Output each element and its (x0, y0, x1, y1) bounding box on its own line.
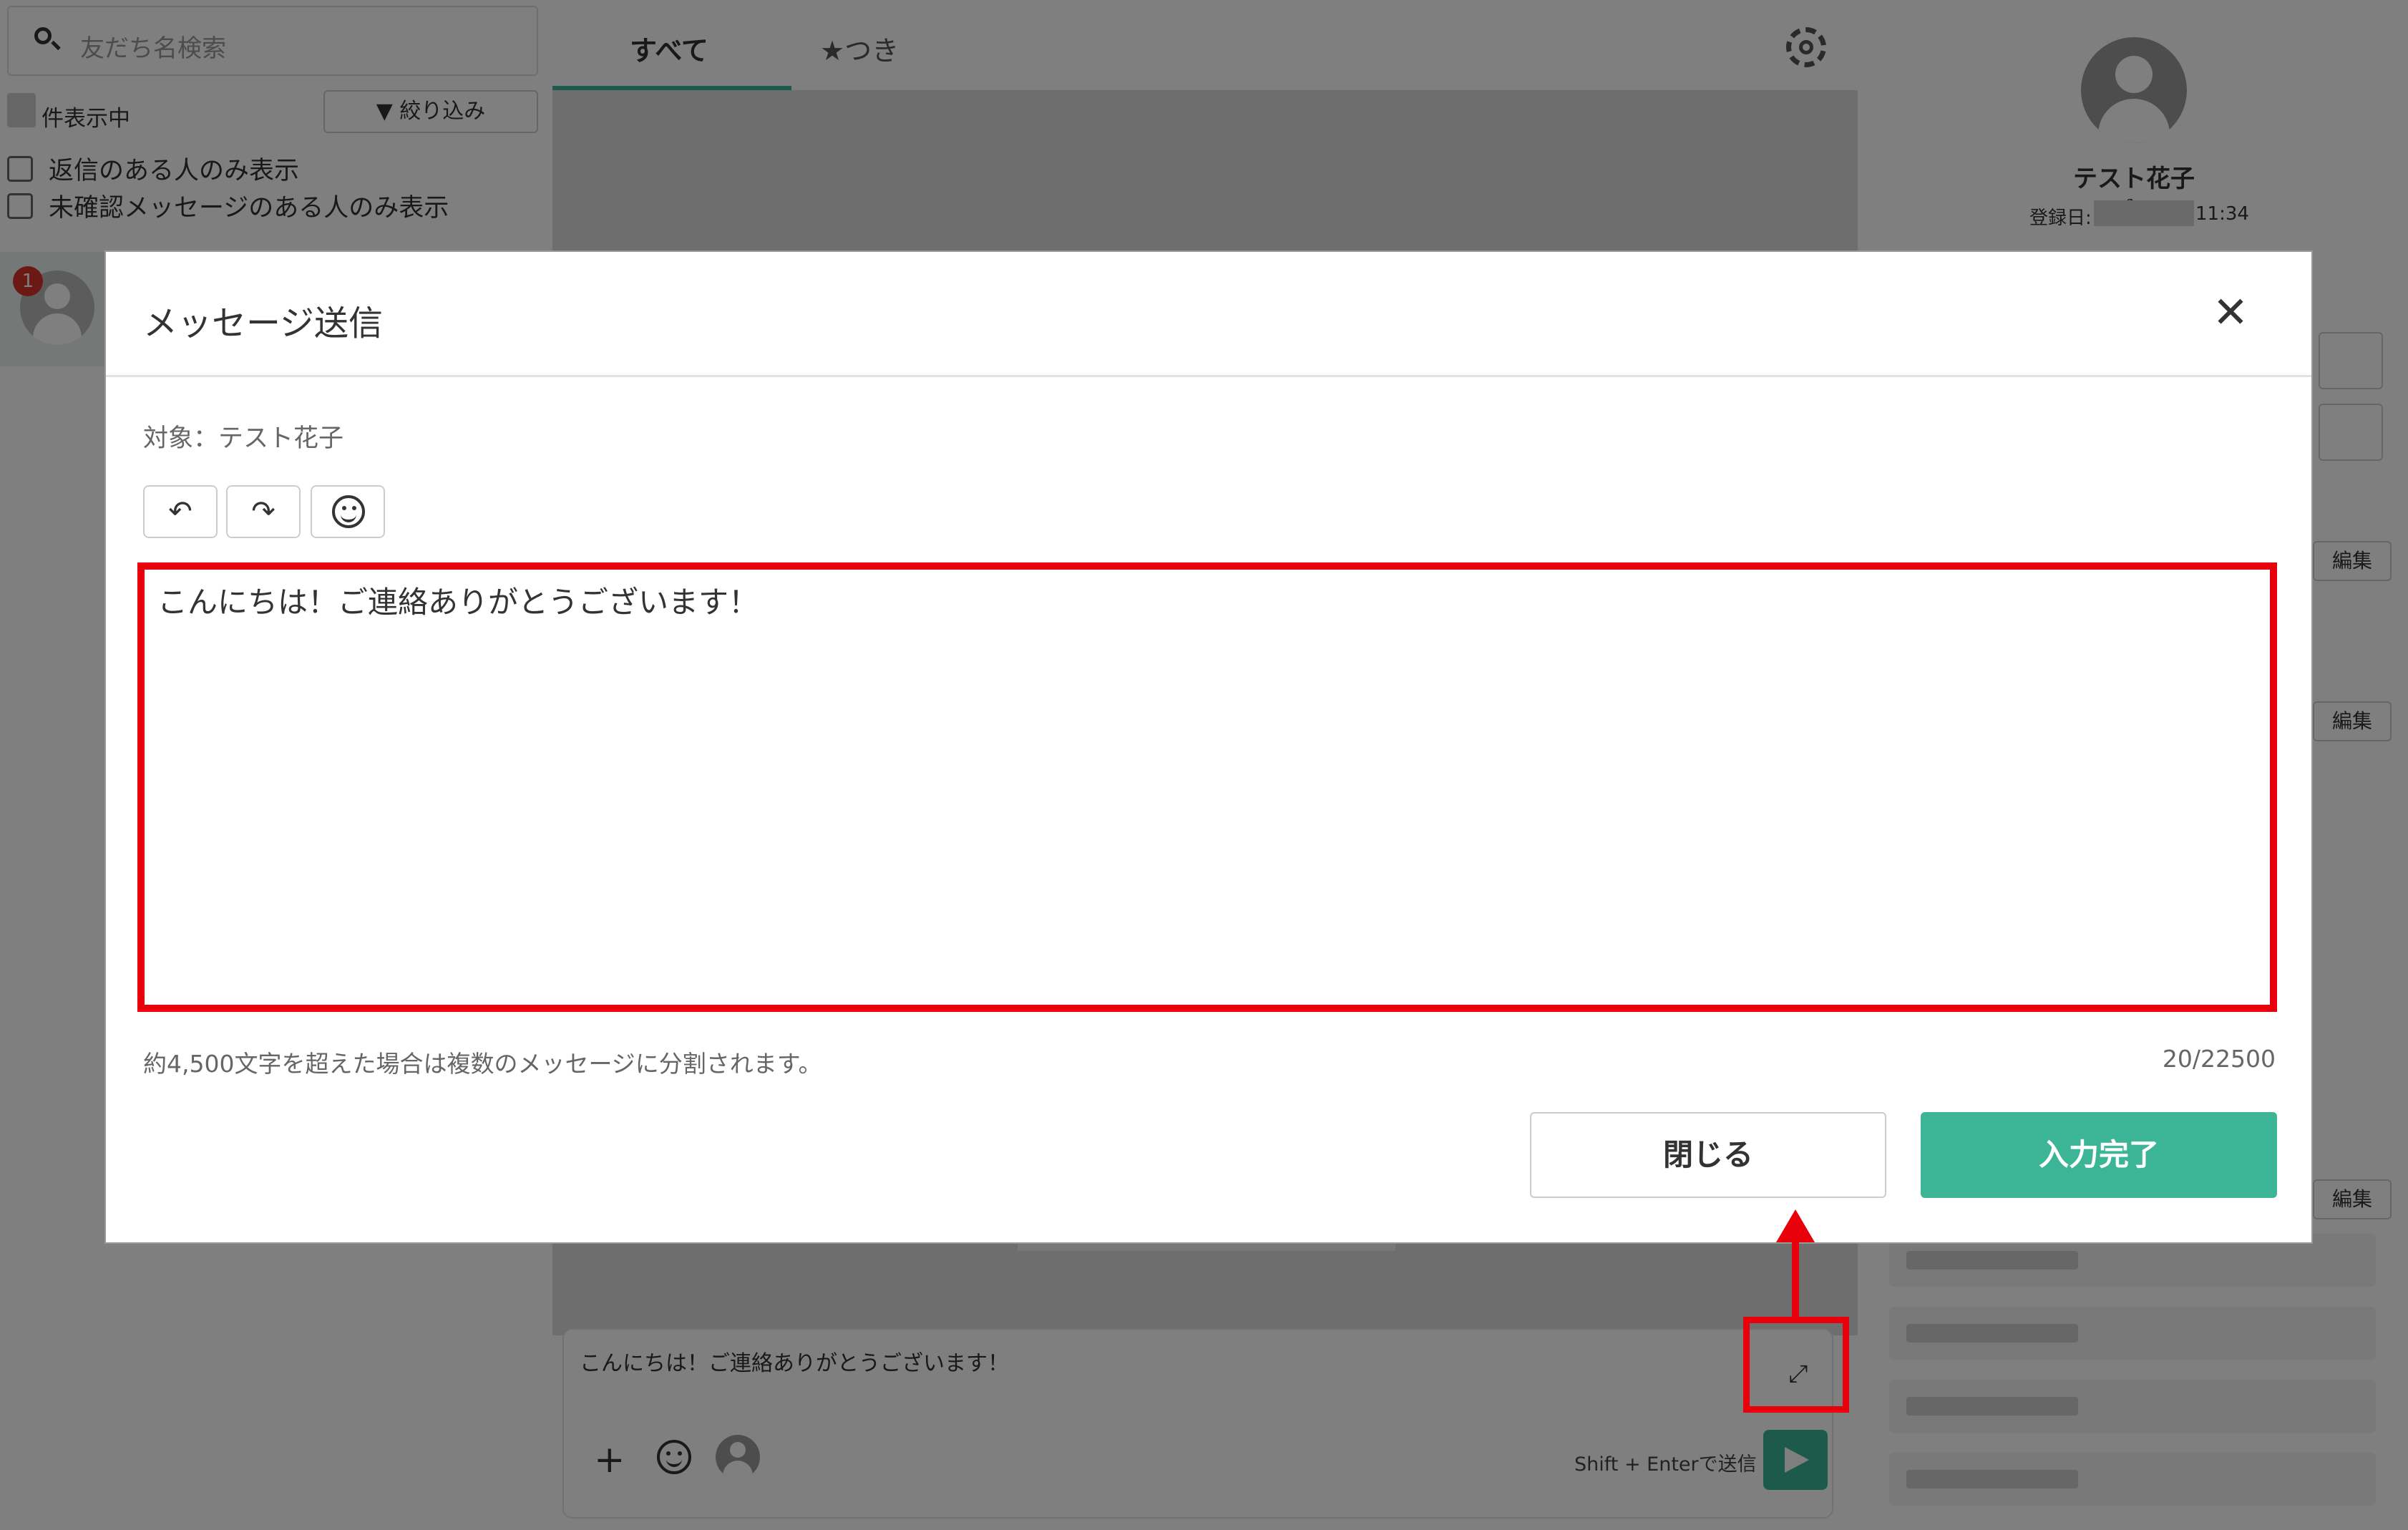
close-button[interactable]: 閉じる (1530, 1112, 1886, 1198)
close-icon[interactable]: ✕ (2211, 291, 2250, 334)
undo-icon: ↶ (168, 495, 192, 528)
redo-button[interactable]: ↷ (226, 485, 301, 538)
redo-icon: ↷ (251, 495, 276, 528)
annotation-highlight-textarea (137, 562, 2277, 1012)
annotation-arrow-head (1776, 1209, 1815, 1242)
emoji-button[interactable] (311, 485, 385, 538)
annotation-highlight-expand (1743, 1317, 1849, 1413)
split-hint: 約4,500文字を超えた場合は複数のメッセージに分割されます。 (143, 1050, 822, 1078)
modal-title: メッセージ送信 (143, 303, 384, 343)
undo-button[interactable]: ↶ (143, 485, 218, 538)
annotation-arrow-line (1792, 1237, 1799, 1320)
modal-divider (106, 375, 2311, 377)
smile-icon (332, 495, 365, 528)
done-button[interactable]: 入力完了 (1921, 1112, 2277, 1198)
character-counter: 20/22500 (2162, 1045, 2276, 1073)
target-recipient: 対象：テスト花子 (143, 424, 344, 453)
